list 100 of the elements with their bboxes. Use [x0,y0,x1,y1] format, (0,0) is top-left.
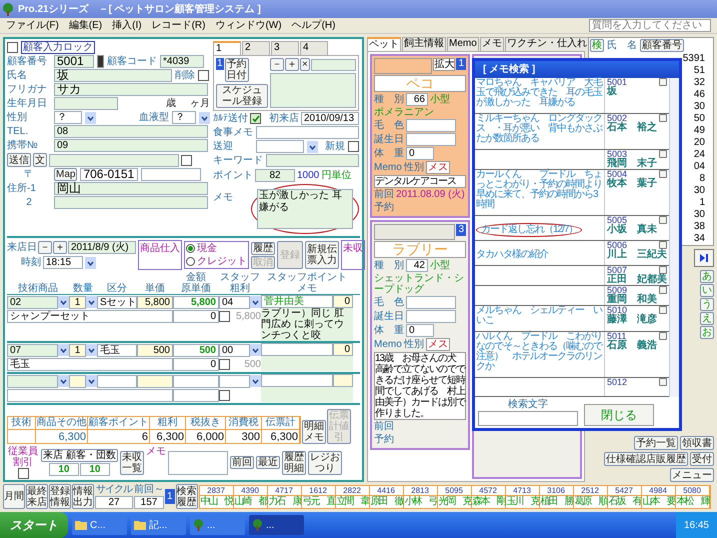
help-search-field[interactable]: 質問を入力してください [589,19,711,32]
input-field[interactable] [261,343,333,356]
input-field[interactable]: 10 [80,463,110,476]
recent-name[interactable]: 本松 輝 [676,496,709,508]
input-field[interactable] [173,374,219,388]
button[interactable]: 履歴 [251,242,275,254]
radio-button[interactable] [186,244,195,253]
pet-memo[interactable]: 13歳 お母さんの犬高齢で立てないのでできるだけ座らせて短時間でしてあげる 村上由美子）カードは別で作りました。 [374,352,466,420]
tab[interactable]: 飼主情報 [402,37,446,51]
input-field[interactable]: 毛玉 [7,358,173,371]
recent-name[interactable]: 玉川 克 [506,496,539,508]
input-field[interactable]: 500 [137,344,173,356]
memo-row[interactable]: 5003 飛岡 末子 [475,150,669,170]
recent-name[interactable]: 葛原 順 [574,496,607,508]
memo-field[interactable]: 玉が激しかった 耳嫌がる [257,189,353,229]
recent-name[interactable]: 弓元 直 [302,496,335,508]
input-field[interactable]: ？ [172,111,196,124]
input-field[interactable] [256,140,304,153]
input-field[interactable] [266,154,359,167]
input-field[interactable]: 0 [406,147,434,160]
button[interactable]: レジおつり [308,450,342,474]
input-field[interactable]: 0 [333,295,353,308]
memo-row[interactable]: 5007 正田 妃都美 [475,266,669,286]
button[interactable]: 月間 [3,484,25,509]
input-field[interactable] [137,374,173,388]
button[interactable]: ＋ [53,241,67,254]
recent-name[interactable]: 石坂 有 [608,496,641,508]
input-field[interactable]: 82 [255,169,295,182]
recent-name[interactable]: 山本 要 [642,496,675,508]
pet-sex[interactable]: メス [426,338,450,351]
memo-row[interactable]: カード返し忘れ（12/7） 5005 小坂 真未 [475,216,669,241]
button[interactable]: 顧客番号 [640,39,684,52]
recent-name[interactable]: 森本 剛 [472,496,505,508]
button[interactable]: 最近 [256,456,280,469]
radio-button[interactable] [186,257,195,266]
input-field[interactable] [406,296,456,309]
button[interactable]: 情報出力 [72,484,94,509]
open-button[interactable] [659,286,667,294]
button[interactable]: 受付 [690,452,714,466]
recent-name[interactable]: 原田 徹 [370,496,403,508]
button[interactable]: 最終来店 [26,484,48,509]
input-field[interactable] [7,374,58,388]
recent-name[interactable]: 小林 弓 [404,496,437,508]
input-field[interactable]: 1 [69,344,86,356]
input-field[interactable]: 5001 [54,55,94,68]
input-field[interactable] [7,389,173,402]
input-field[interactable] [256,126,359,139]
input-field[interactable]: 0 [173,310,219,323]
input-field[interactable] [261,374,333,387]
tab[interactable]: ペット [367,37,401,51]
tab[interactable]: ワクチン・仕入れ [504,37,589,51]
input-field[interactable]: サカ [54,83,208,96]
checkbox[interactable] [181,154,192,166]
button[interactable]: ＋ [285,58,299,71]
input-field[interactable]: 2011/8/9 (火) [68,241,136,254]
taskbar-button[interactable]: ... [249,515,304,535]
open-button[interactable] [659,266,667,274]
tab[interactable]: 2 [242,41,270,55]
skip-to-end-icon[interactable] [694,249,714,267]
recent-name[interactable]: 立間 韋 [336,496,369,508]
button[interactable]: メニュー [670,468,714,482]
button[interactable]: 履歴明細 [282,450,306,474]
input-field[interactable] [69,374,86,388]
recent-name[interactable]: 植田 勝 [540,496,573,508]
input-field[interactable] [406,119,456,132]
open-button[interactable] [659,150,667,158]
checkbox[interactable] [250,113,261,124]
purchase-box[interactable]: 商品仕入 [138,240,182,270]
button[interactable]: 前回 [230,456,254,469]
button[interactable]: 送信 [7,153,31,167]
checkbox[interactable] [219,359,230,370]
button[interactable]: 予約日付 [224,58,249,82]
open-button[interactable] [659,332,667,340]
input-field[interactable] [406,310,456,323]
tab[interactable]: 4 [300,41,328,55]
input-field[interactable]: 500 [173,344,219,356]
input-field[interactable] [173,389,219,402]
menu-item[interactable]: 編集(E) [68,18,102,33]
button[interactable]: 予約一覧 [634,436,678,450]
open-button[interactable] [659,78,667,86]
menu-item[interactable]: レコード(R) [152,18,206,33]
recent-name[interactable]: 光岡 克 [438,496,471,508]
button[interactable]: 領収書 [680,436,714,450]
input-field[interactable] [406,133,456,146]
button[interactable]: 登録情報 [49,484,71,509]
input-field[interactable]: 2010/09/13 [301,112,359,125]
button[interactable]: Map [54,168,78,181]
checkbox[interactable] [219,390,230,401]
scrollbar[interactable] [669,78,679,397]
tab[interactable]: 1 [213,41,241,55]
input-field[interactable]: 04 [219,296,250,308]
input-field[interactable]: Sセット [97,296,137,308]
search-field[interactable] [478,411,578,426]
input-field[interactable] [219,374,250,388]
taskbar-button[interactable]: C... [72,515,127,535]
button[interactable]: － [270,58,284,71]
checkbox[interactable] [198,70,209,81]
input-field[interactable]: 66 [406,93,428,106]
button[interactable]: 未収一覧 [120,450,144,474]
input-field[interactable]: ？ [54,111,82,124]
